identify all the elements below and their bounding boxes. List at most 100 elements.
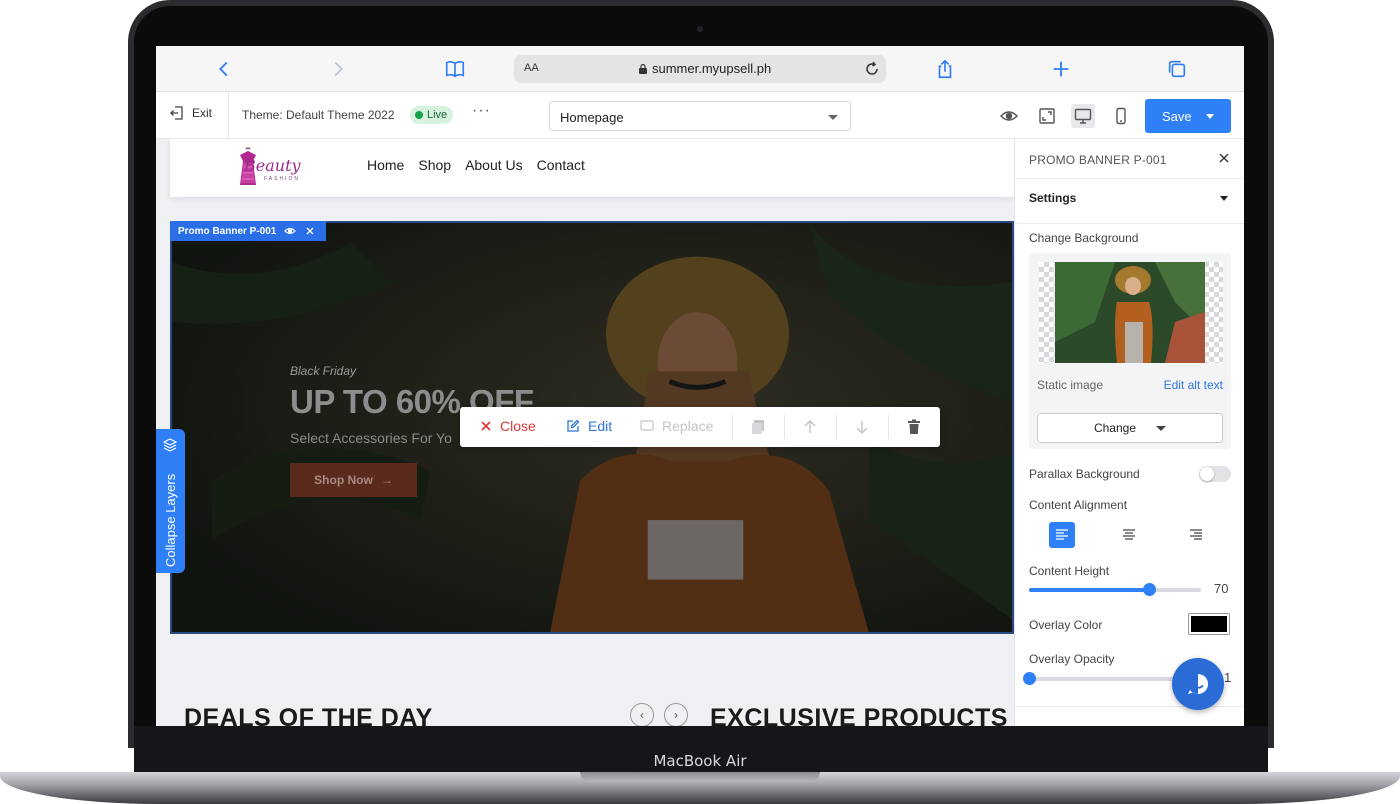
content-height-label: Content Height (1029, 564, 1110, 578)
settings-panel: PROMO BANNER P-001 Settings Change Backg… (1014, 139, 1244, 726)
edit-button[interactable]: Edit (566, 418, 612, 434)
logo-text: Beauty (244, 156, 301, 175)
overlay-color-label: Overlay Color (1029, 618, 1103, 632)
chevron-down-icon (828, 115, 838, 120)
align-center-button[interactable] (1116, 522, 1142, 548)
overlay-opacity-label: Overlay Opacity (1029, 652, 1115, 666)
edit-icon (567, 419, 580, 432)
forward-icon[interactable] (326, 58, 350, 80)
align-left-icon (1056, 529, 1068, 540)
block-action-toolbar: Close Edit Replace (460, 407, 940, 447)
reload-icon[interactable] (864, 61, 880, 77)
nav-link-about[interactable]: About Us (465, 157, 523, 173)
bookmarks-icon[interactable] (443, 58, 467, 80)
image-type-label: Static image (1037, 378, 1104, 392)
divider (784, 415, 785, 439)
new-tab-icon[interactable] (1049, 58, 1073, 80)
parallax-toggle[interactable] (1199, 466, 1231, 482)
save-button[interactable]: Save (1145, 99, 1231, 133)
replace-label: Replace (662, 418, 714, 434)
slider-handle[interactable] (1143, 583, 1157, 596)
move-down-icon[interactable] (854, 419, 870, 435)
camera-icon (697, 26, 703, 32)
image-thumbnail[interactable] (1039, 262, 1223, 363)
slider-handle[interactable] (1023, 672, 1036, 685)
laptop-notch (580, 772, 820, 782)
exit-icon (170, 106, 183, 120)
share-icon[interactable] (933, 58, 957, 80)
text-size-button[interactable]: AA (524, 62, 539, 74)
site-header: Beauty FASHION Home Shop About Us Contac… (170, 139, 1014, 197)
parallax-label: Parallax Background (1029, 467, 1140, 481)
address-bar[interactable]: AA summer.myupsell.ph (514, 55, 886, 83)
chevron-down-icon (1156, 425, 1167, 431)
move-up-icon[interactable] (802, 419, 818, 435)
block-tag-label: Promo Banner P-001 (178, 225, 277, 237)
status-badge-label: Live (427, 109, 448, 121)
panel-title: PROMO BANNER P-001 (1029, 153, 1167, 167)
duplicate-icon[interactable] (750, 419, 766, 435)
prev-arrow-icon[interactable]: ‹ (630, 703, 654, 726)
edit-alt-text-link[interactable]: Edit alt text (1164, 378, 1223, 392)
site-nav: Home Shop About Us Contact (367, 157, 585, 173)
live-dot-icon (415, 111, 423, 119)
mobile-view-icon[interactable] (1109, 104, 1133, 128)
preview-eye-icon[interactable] (997, 104, 1021, 128)
screen: AA summer.myupsell.ph Exit Theme: Defaul… (156, 46, 1244, 726)
fullscreen-icon[interactable] (1035, 104, 1059, 128)
visibility-eye-icon[interactable] (284, 225, 297, 237)
logo-subtext: FASHION (264, 176, 300, 182)
more-options-button[interactable]: ··· (472, 102, 491, 120)
content-height-value: 70 (1214, 581, 1229, 596)
device-label: MacBook Air (653, 752, 747, 770)
chevron-down-icon[interactable] (1205, 113, 1214, 119)
block-tag[interactable]: Promo Banner P-001 (170, 221, 327, 241)
editor-toolbar: Exit Theme: Default Theme 2022 Live ··· … (156, 92, 1244, 139)
align-left-button[interactable] (1049, 522, 1075, 548)
exit-button[interactable]: Exit (170, 106, 212, 120)
divider (1015, 223, 1244, 224)
overlay-opacity-value: 1 (1224, 670, 1232, 685)
close-icon[interactable] (304, 225, 316, 237)
slider-fill (1029, 588, 1150, 592)
next-arrow-icon[interactable]: › (664, 703, 688, 726)
tabs-icon[interactable] (1165, 58, 1189, 80)
shop-now-button[interactable]: Shop Now → (290, 463, 417, 497)
change-image-label: Change (1093, 421, 1137, 435)
url-text: summer.myupsell.ph (652, 61, 772, 76)
close-label: Close (500, 418, 536, 434)
status-badge: Live (410, 106, 454, 124)
replace-button[interactable]: Replace (640, 418, 713, 434)
exclusive-heading: EXCLUSIVE PRODUCTS (710, 704, 1008, 726)
lock-icon (639, 63, 647, 74)
caret-down-icon[interactable] (1220, 196, 1228, 201)
nav-link-home[interactable]: Home (367, 157, 404, 173)
content-height-slider[interactable] (1029, 583, 1201, 596)
carousel-arrows: ‹ › (630, 703, 688, 726)
page-canvas: Beauty FASHION Home Shop About Us Contac… (156, 139, 1014, 726)
divider (836, 415, 837, 439)
close-icon[interactable] (1217, 151, 1231, 165)
change-image-button[interactable]: Change (1037, 413, 1223, 443)
collapse-layers-tab[interactable]: Collapse Layers (156, 429, 185, 573)
page-select[interactable]: Homepage (549, 101, 851, 131)
exit-label: Exit (192, 106, 213, 120)
layers-icon (163, 438, 177, 452)
nav-link-contact[interactable]: Contact (537, 157, 585, 173)
settings-section-toggle[interactable]: Settings (1029, 191, 1076, 205)
overlay-color-swatch[interactable] (1188, 613, 1230, 635)
alignment-label: Content Alignment (1029, 498, 1128, 512)
overlay-color-fill (1191, 616, 1227, 632)
page-select-value: Homepage (560, 110, 624, 125)
align-right-button[interactable] (1183, 522, 1209, 548)
chat-widget-button[interactable] (1172, 658, 1224, 710)
desktop-view-icon[interactable] (1071, 104, 1095, 128)
divider (732, 415, 733, 439)
chat-icon (1188, 674, 1208, 694)
change-background-label: Change Background (1029, 231, 1139, 245)
close-button[interactable]: Close (480, 418, 536, 434)
trash-icon[interactable] (906, 419, 922, 435)
nav-link-shop[interactable]: Shop (418, 157, 451, 173)
back-icon[interactable] (212, 58, 236, 80)
banner-subline: Select Accessories For Yo (290, 430, 452, 446)
